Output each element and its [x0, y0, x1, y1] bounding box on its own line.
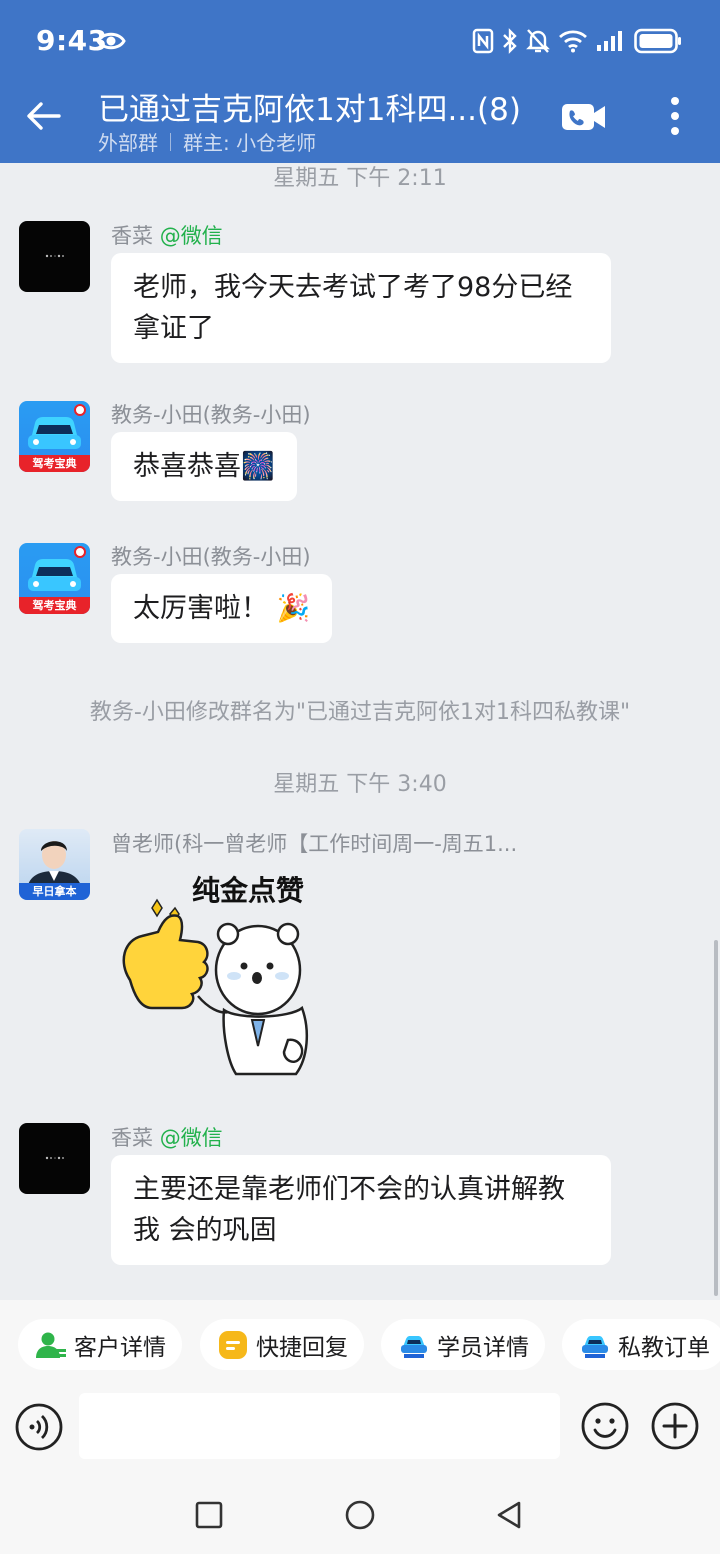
system-navigation-bar: [0, 1480, 720, 1554]
avatar[interactable]: [19, 221, 90, 292]
plus-icon: [651, 1402, 699, 1454]
chip-label: 快捷回复: [256, 1334, 348, 1361]
arrow-left-icon: [26, 101, 62, 135]
more-vertical-icon: [670, 96, 680, 140]
wifi-icon: [558, 29, 588, 53]
sender-nickname: 香菜: [111, 1126, 153, 1150]
app-header: 9:43 已通过吉克阿依1对1科四...(8) 外部群 群主: 小仓老师: [0, 0, 720, 163]
chip-label: 私教订单: [618, 1334, 710, 1361]
voice-icon: [15, 1403, 63, 1455]
smiley-icon: [581, 1402, 629, 1454]
avatar[interactable]: [19, 1123, 90, 1194]
group-type-label: 外部群: [98, 131, 158, 155]
sender-name: 香菜 @微信: [111, 220, 223, 250]
avatar[interactable]: 驾考宝典: [19, 401, 90, 472]
person-photo-icon: [27, 841, 82, 889]
avatar[interactable]: 早日拿本: [19, 829, 90, 900]
sender-name: 教务-小田(教务-小田): [111, 545, 311, 569]
avatar-logo-icon: [45, 1156, 64, 1160]
eye-icon: [96, 29, 126, 53]
order-icon: [580, 1331, 610, 1359]
nfc-icon: [472, 28, 494, 54]
private-order-button[interactable]: 私教订单: [562, 1319, 720, 1370]
recents-button[interactable]: [192, 1500, 226, 1534]
chip-label: 客户详情: [74, 1334, 166, 1361]
time-divider: 星期五 下午 3:40: [273, 772, 447, 797]
bluetooth-icon: [502, 28, 518, 54]
status-bar: 9:43: [0, 0, 720, 80]
time-divider: 星期五 下午 2:11: [273, 166, 447, 191]
sender-nickname: 香菜: [111, 224, 153, 248]
avatar-banner: 驾考宝典: [19, 597, 90, 614]
sender-source-tag: @微信: [159, 224, 223, 248]
student-details-button[interactable]: 学员详情: [381, 1319, 545, 1370]
voice-input-button[interactable]: [15, 1403, 63, 1451]
avatar-logo-icon: [45, 254, 64, 258]
group-owner-label: 群主: 小仓老师: [183, 131, 317, 155]
back-icon: [495, 1500, 523, 1534]
message-bubble[interactable]: 老师，我今天去考试了考了98分已经拿证了: [111, 253, 611, 363]
back-button[interactable]: [18, 92, 70, 144]
emoji-button[interactable]: [581, 1402, 629, 1450]
sender-name: 教务-小田(教务-小田): [111, 403, 311, 427]
badge-icon: [74, 404, 86, 416]
title-bar: 已通过吉克阿依1对1科四...(8) 外部群 群主: 小仓老师: [0, 80, 720, 163]
home-icon: [345, 1500, 375, 1534]
chat-subtitle: 外部群 群主: 小仓老师: [98, 127, 316, 156]
more-options-button[interactable]: [654, 94, 696, 142]
message-bubble[interactable]: 主要还是靠老师们不会的认真讲解教我 会的巩固: [111, 1155, 611, 1265]
nav-back-button[interactable]: [492, 1500, 526, 1534]
status-icons: [472, 25, 682, 57]
message-input[interactable]: [79, 1393, 560, 1459]
recents-icon: [195, 1501, 223, 1533]
message-bubble[interactable]: 太厉害啦！ 🎉: [111, 574, 333, 643]
chat-title[interactable]: 已通过吉克阿依1对1科四...(8): [98, 84, 521, 129]
sender-source-tag: @微信: [159, 1126, 223, 1150]
video-phone-icon: [561, 102, 607, 136]
more-attachments-button[interactable]: [651, 1402, 699, 1450]
scrollbar[interactable]: [714, 940, 718, 1296]
avatar-banner: 驾考宝典: [19, 455, 90, 472]
system-notice: 教务-小田修改群名为"已通过吉克阿依1对1科四私教课": [89, 700, 631, 725]
signal-icon: [596, 30, 626, 52]
avatar[interactable]: 驾考宝典: [19, 543, 90, 614]
avatar-banner: 早日拿本: [19, 883, 90, 900]
badge-icon: [74, 546, 86, 558]
video-call-button[interactable]: [558, 96, 610, 142]
sender-name: 曾老师(科一曾老师【工作时间周一-周五1...: [111, 832, 518, 856]
home-button[interactable]: [343, 1500, 377, 1534]
customer-icon: [36, 1331, 66, 1359]
message-bubble[interactable]: 恭喜恭喜🎆: [111, 432, 297, 501]
customer-details-button[interactable]: 客户详情: [18, 1319, 182, 1370]
battery-icon: [634, 28, 682, 54]
student-icon: [399, 1331, 429, 1359]
chip-label: 学员详情: [437, 1334, 529, 1361]
sender-name: 香菜 @微信: [111, 1122, 223, 1152]
bottom-toolbar: 客户详情 快捷回复 学员详情 私教订单: [0, 1300, 720, 1480]
sticker-caption: 纯金点赞: [192, 874, 304, 907]
quick-reply-button[interactable]: 快捷回复: [200, 1319, 364, 1370]
subtitle-divider: [170, 132, 171, 151]
quick-reply-icon: [218, 1330, 248, 1360]
sticker-image[interactable]: 纯金点赞: [112, 862, 324, 1084]
mute-icon: [526, 28, 550, 54]
